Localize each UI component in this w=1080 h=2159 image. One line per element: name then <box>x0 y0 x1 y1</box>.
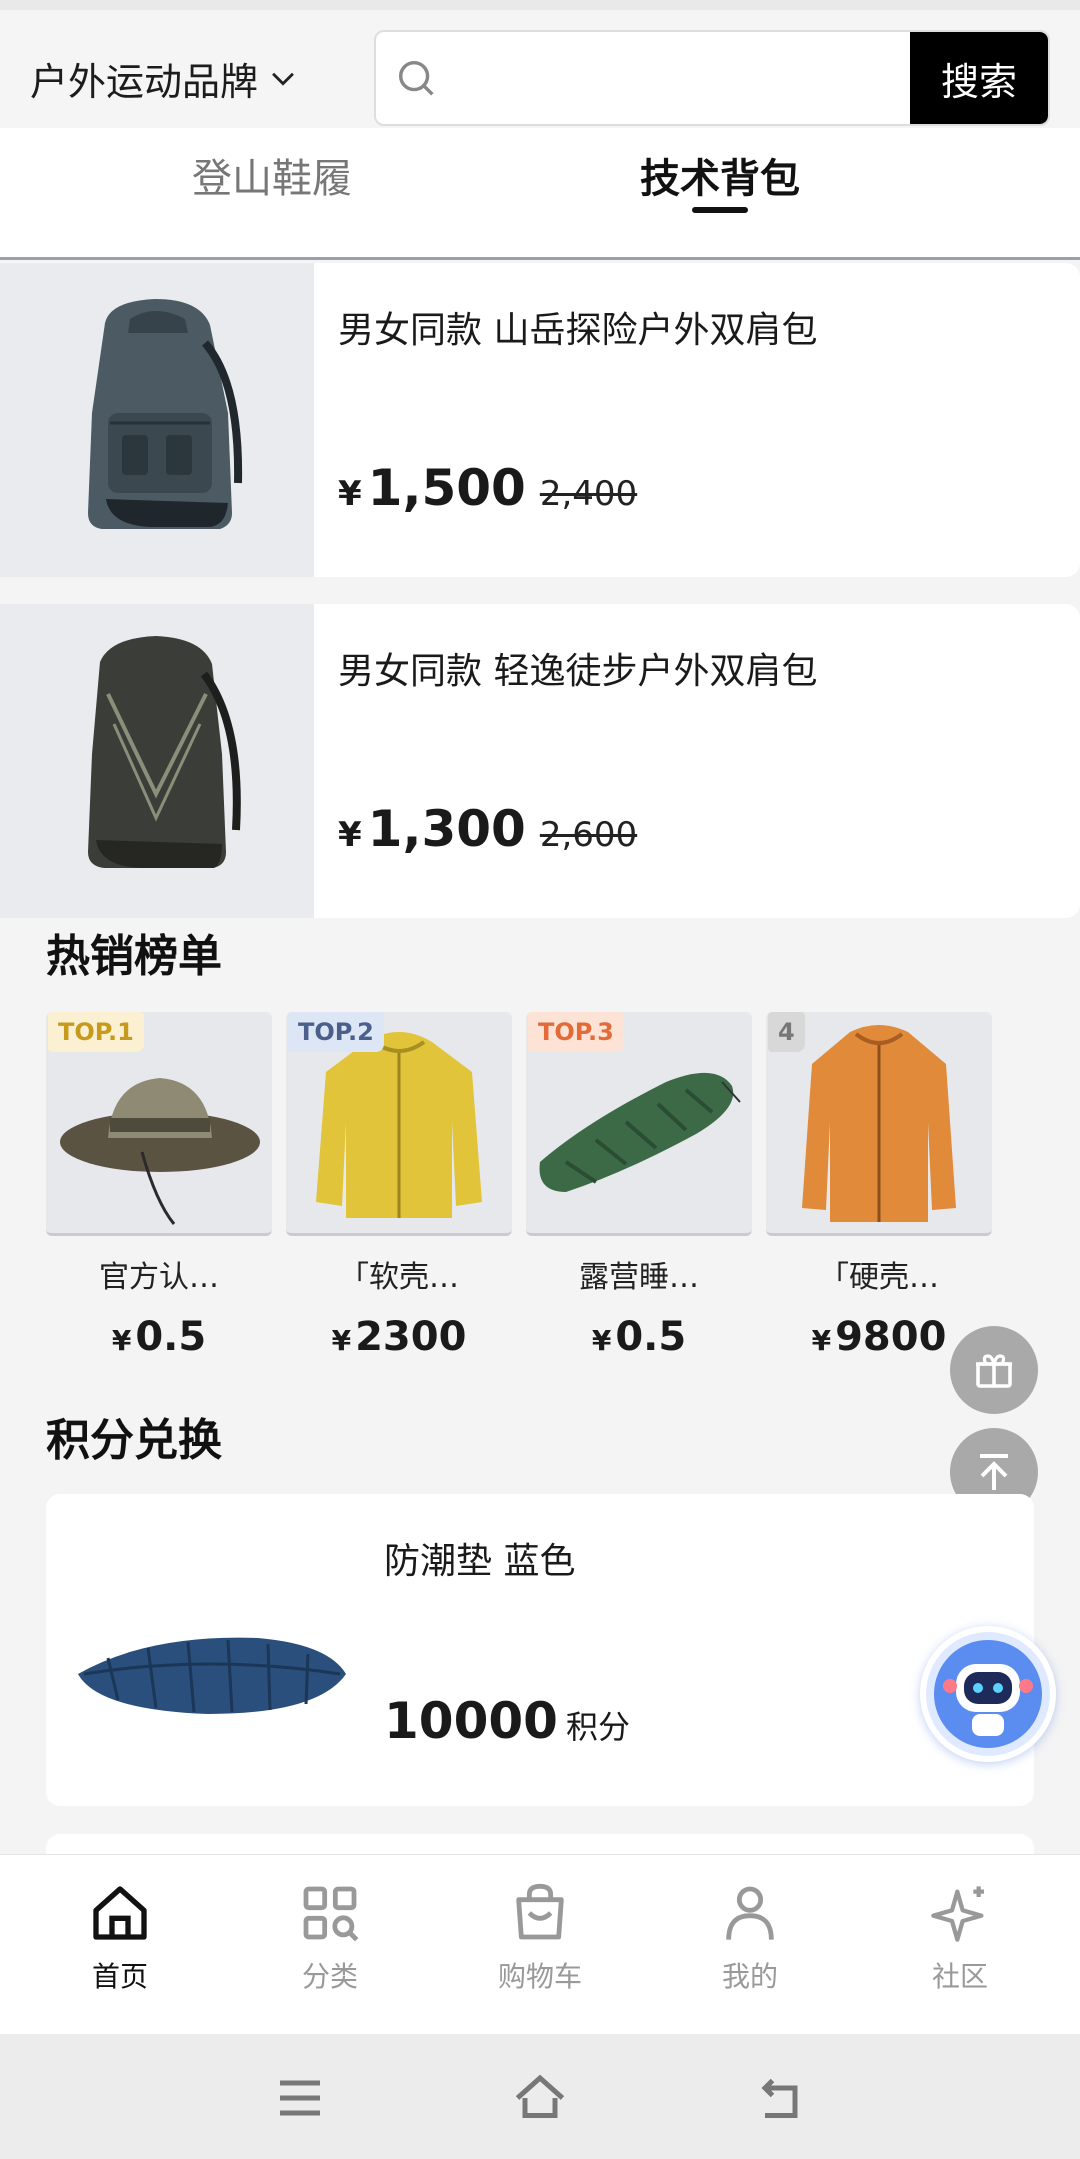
nav-community[interactable]: 社区 <box>880 1881 1040 1995</box>
nav-category[interactable]: 分类 <box>250 1881 410 1995</box>
points-item-card[interactable]: 防潮垫 蓝色 10000 积分 <box>46 1494 1034 1806</box>
back-to-top-icon <box>980 1454 1008 1490</box>
hot-list-title: 热销榜单 <box>46 931 222 982</box>
search-input[interactable] <box>456 32 876 124</box>
brand-selector[interactable]: 户外运动品牌 <box>30 50 300 106</box>
currency-symbol: ¥ <box>111 1324 132 1357</box>
points-item-name: 防潮垫 蓝色 <box>384 1541 576 1582</box>
hot-list-item[interactable]: TOP.1 官方认… ¥0.5 <box>46 1012 272 1360</box>
price-value: 2300 <box>355 1314 467 1360</box>
original-price: 2,400 <box>539 474 638 514</box>
product-title: 男女同款 轻逸徒步户外双肩包 <box>338 651 818 692</box>
home-system-icon[interactable] <box>510 2068 570 2128</box>
product-title: 男女同款 山岳探险户外双肩包 <box>338 310 818 351</box>
hot-list-item[interactable]: TOP.2 「软壳… ¥2300 <box>286 1012 512 1360</box>
brand-selector-label: 户外运动品牌 <box>30 59 259 104</box>
back-icon[interactable] <box>750 2068 810 2128</box>
hot-item-price: ¥2300 <box>286 1314 512 1360</box>
nav-label: 首页 <box>91 1960 148 1993</box>
category-tabs: 登山鞋履 技术背包 <box>0 128 1080 260</box>
hot-item-image: TOP.1 <box>46 1012 272 1236</box>
product-price: ¥ 1,300 2,600 <box>338 800 637 858</box>
product-card[interactable]: 男女同款 轻逸徒步户外双肩包 ¥ 1,300 2,600 <box>0 604 1080 918</box>
backpack-gray-icon <box>88 299 243 529</box>
nav-label: 我的 <box>721 1960 778 1993</box>
product-image <box>0 263 314 577</box>
bottom-navigation: 首页 分类 购物车 我的 社区 <box>0 1854 1080 2034</box>
currency-symbol: ¥ <box>331 1324 352 1357</box>
nav-label: 购物车 <box>497 1960 582 1993</box>
original-price: 2,600 <box>539 815 638 855</box>
nav-home[interactable]: 首页 <box>40 1881 200 1995</box>
gift-button[interactable] <box>950 1326 1038 1414</box>
active-tab-indicator <box>692 207 748 213</box>
current-price: 1,300 <box>367 800 526 858</box>
rank-badge: TOP.1 <box>48 1012 144 1052</box>
price-value: 0.5 <box>135 1314 207 1360</box>
robot-assistant-icon <box>926 1632 1050 1756</box>
nav-label: 分类 <box>301 1960 358 1993</box>
robot-assistant-button[interactable] <box>920 1626 1056 1762</box>
hot-item-price: ¥0.5 <box>46 1314 272 1360</box>
nav-profile[interactable]: 我的 <box>670 1881 830 1995</box>
hot-item-image: TOP.2 <box>286 1012 512 1236</box>
price-value: 9800 <box>835 1314 947 1360</box>
rank-badge: 4 <box>768 1012 805 1052</box>
hot-list-item[interactable]: 4 「硬壳… ¥9800 <box>766 1012 992 1360</box>
user-icon <box>726 1886 774 1940</box>
tab-tech-backpack[interactable]: 技术背包 <box>640 146 800 204</box>
sparkle-icon <box>931 1886 984 1942</box>
product-price: ¥ 1,500 2,400 <box>338 459 637 517</box>
points-item-cost: 10000 积分 <box>384 1692 630 1750</box>
rank-badge: TOP.3 <box>528 1012 624 1052</box>
hot-item-name: 官方认… <box>99 1260 219 1295</box>
nav-cart[interactable]: 购物车 <box>460 1881 620 1995</box>
currency-symbol: ¥ <box>591 1324 612 1357</box>
tab-hiking-shoes[interactable]: 登山鞋履 <box>192 146 352 204</box>
points-unit: 积分 <box>565 1708 630 1746</box>
points-value: 10000 <box>384 1692 558 1750</box>
category-icon <box>303 1886 359 1942</box>
menu-icon[interactable] <box>270 2068 330 2128</box>
hot-item-name: 「软壳… <box>339 1260 459 1295</box>
product-image <box>0 604 314 918</box>
currency-symbol: ¥ <box>338 474 362 514</box>
system-navigation-bar <box>0 2034 1080 2159</box>
backpack-dark-icon <box>88 636 241 868</box>
home-icon <box>93 1886 147 1940</box>
hot-item-name: 露营睡… <box>579 1260 699 1295</box>
price-value: 0.5 <box>615 1314 687 1360</box>
hot-list-item[interactable]: TOP.3 露营睡… ¥0.5 <box>526 1012 752 1360</box>
hot-item-image: TOP.3 <box>526 1012 752 1236</box>
sleeping-pad-icon <box>78 1637 346 1714</box>
search-button[interactable]: 搜索 <box>910 32 1048 124</box>
hot-item-name: 「硬壳… <box>819 1260 939 1295</box>
current-price: 1,500 <box>367 459 526 517</box>
currency-symbol: ¥ <box>811 1324 832 1357</box>
search-icon <box>398 60 434 96</box>
chevron-down-icon <box>272 72 294 86</box>
product-card[interactable]: 男女同款 山岳探险户外双肩包 ¥ 1,500 2,400 <box>0 263 1080 577</box>
currency-symbol: ¥ <box>338 815 362 855</box>
hot-item-price: ¥0.5 <box>526 1314 752 1360</box>
rank-badge: TOP.2 <box>288 1012 384 1052</box>
search-box: 搜索 <box>374 30 1050 126</box>
points-title: 积分兑换 <box>46 1415 222 1466</box>
top-header: 户外运动品牌 搜索 <box>0 0 1080 128</box>
cart-icon <box>516 1883 564 1940</box>
hot-item-image: 4 <box>766 1012 992 1236</box>
gift-icon <box>976 1354 1012 1388</box>
nav-label: 社区 <box>931 1960 988 1993</box>
